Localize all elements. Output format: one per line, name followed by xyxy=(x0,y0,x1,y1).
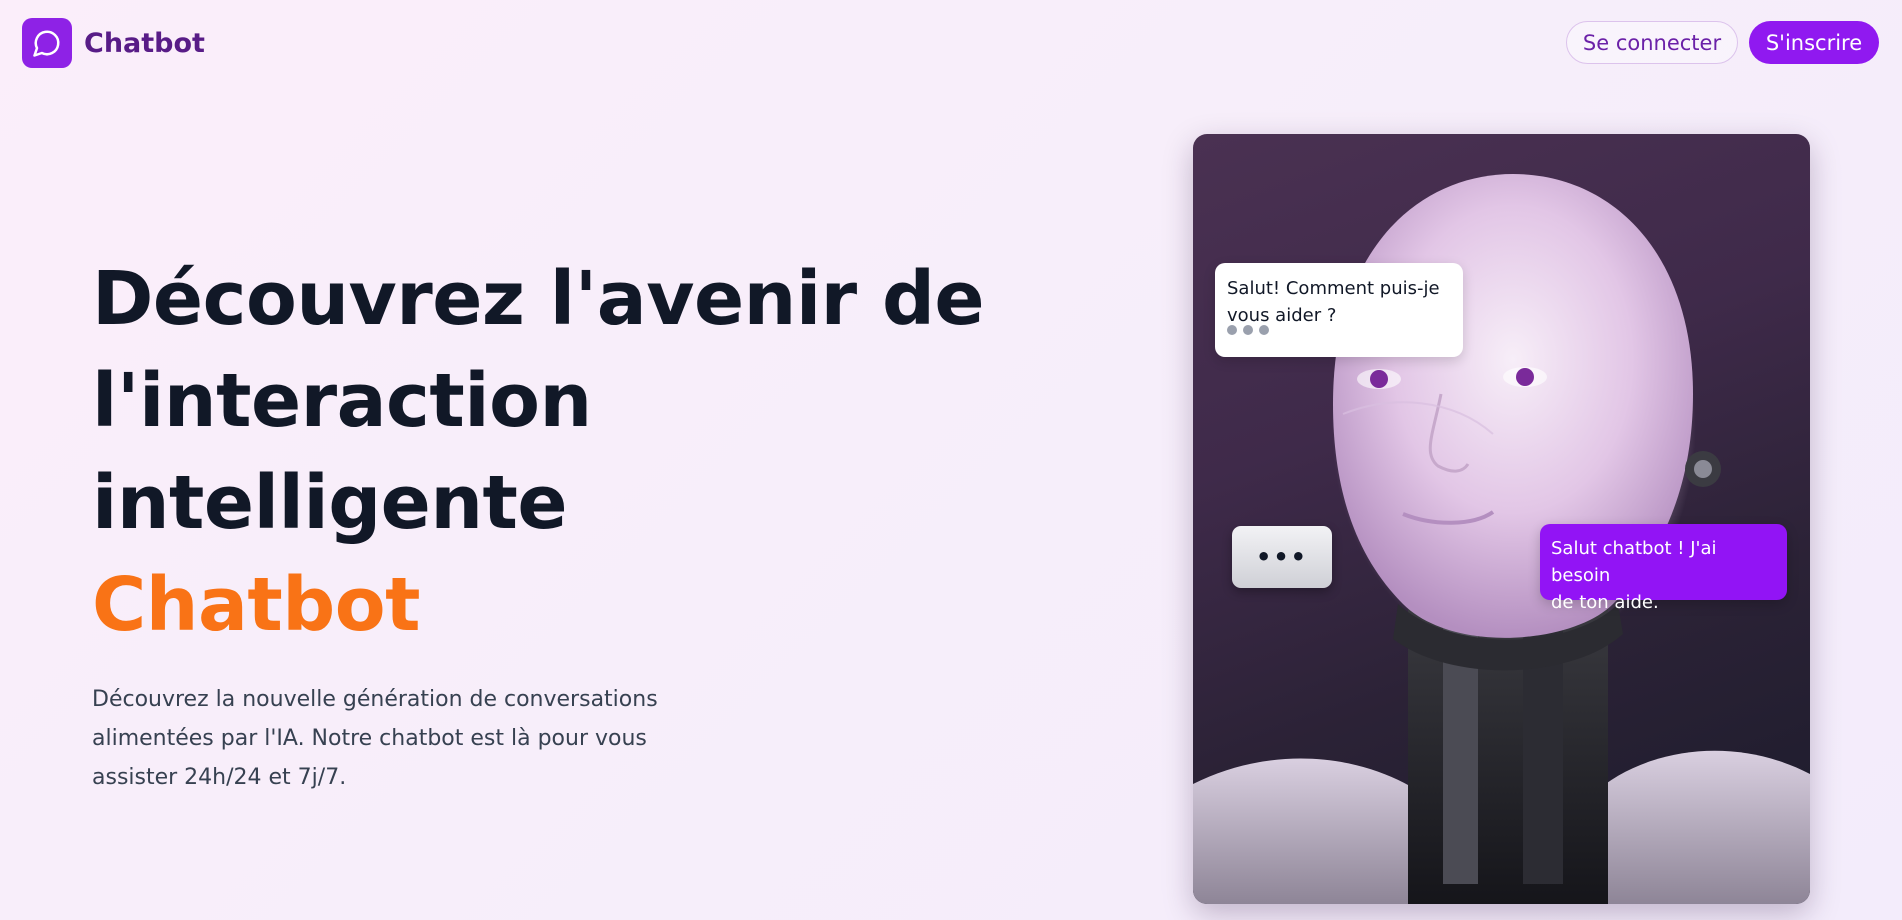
top-navigation: Chatbot Se connecter S'inscrire xyxy=(0,0,1902,88)
typing-dot xyxy=(1259,325,1269,335)
hero-subtitle-line: assister 24h/24 et 7j/7. xyxy=(92,765,347,790)
login-button[interactable]: Se connecter xyxy=(1566,21,1738,64)
user-message-line: Salut chatbot ! J'ai besoin xyxy=(1551,538,1717,586)
chat-bubble-icon xyxy=(22,18,72,68)
user-message-line: de ton aide. xyxy=(1551,592,1659,613)
bot-message-line: Salut! Comment puis-je xyxy=(1227,278,1440,299)
signup-button[interactable]: S'inscrire xyxy=(1749,21,1879,64)
hero-subtitle-line: Découvrez la nouvelle génération de conv… xyxy=(92,687,658,712)
typing-dot xyxy=(1227,325,1237,335)
typing-dots xyxy=(1227,325,1269,335)
hero-title-accent: Chatbot xyxy=(92,562,420,648)
brand[interactable]: Chatbot xyxy=(22,18,205,68)
brand-name: Chatbot xyxy=(84,27,205,59)
robot-illustration xyxy=(1193,134,1810,904)
typing-indicator: ••• xyxy=(1232,526,1332,588)
bot-message-bubble: Salut! Comment puis-je vous aider ? xyxy=(1215,263,1463,357)
hero-subtitle: Découvrez la nouvelle génération de conv… xyxy=(92,680,692,797)
hero-title-line: intelligente xyxy=(92,460,568,546)
typing-dot xyxy=(1243,325,1253,335)
robot-image xyxy=(1193,174,1810,904)
user-message-bubble: Salut chatbot ! J'ai besoin de ton aide. xyxy=(1540,524,1787,613)
hero-title: Découvrez l'avenir de l'interaction inte… xyxy=(92,248,992,656)
hero-subtitle-line: alimentées par l'IA. Notre chatbot est l… xyxy=(92,726,647,751)
hero-title-line: l'interaction xyxy=(92,358,592,444)
hero-title-line: Découvrez l'avenir de xyxy=(92,256,985,342)
